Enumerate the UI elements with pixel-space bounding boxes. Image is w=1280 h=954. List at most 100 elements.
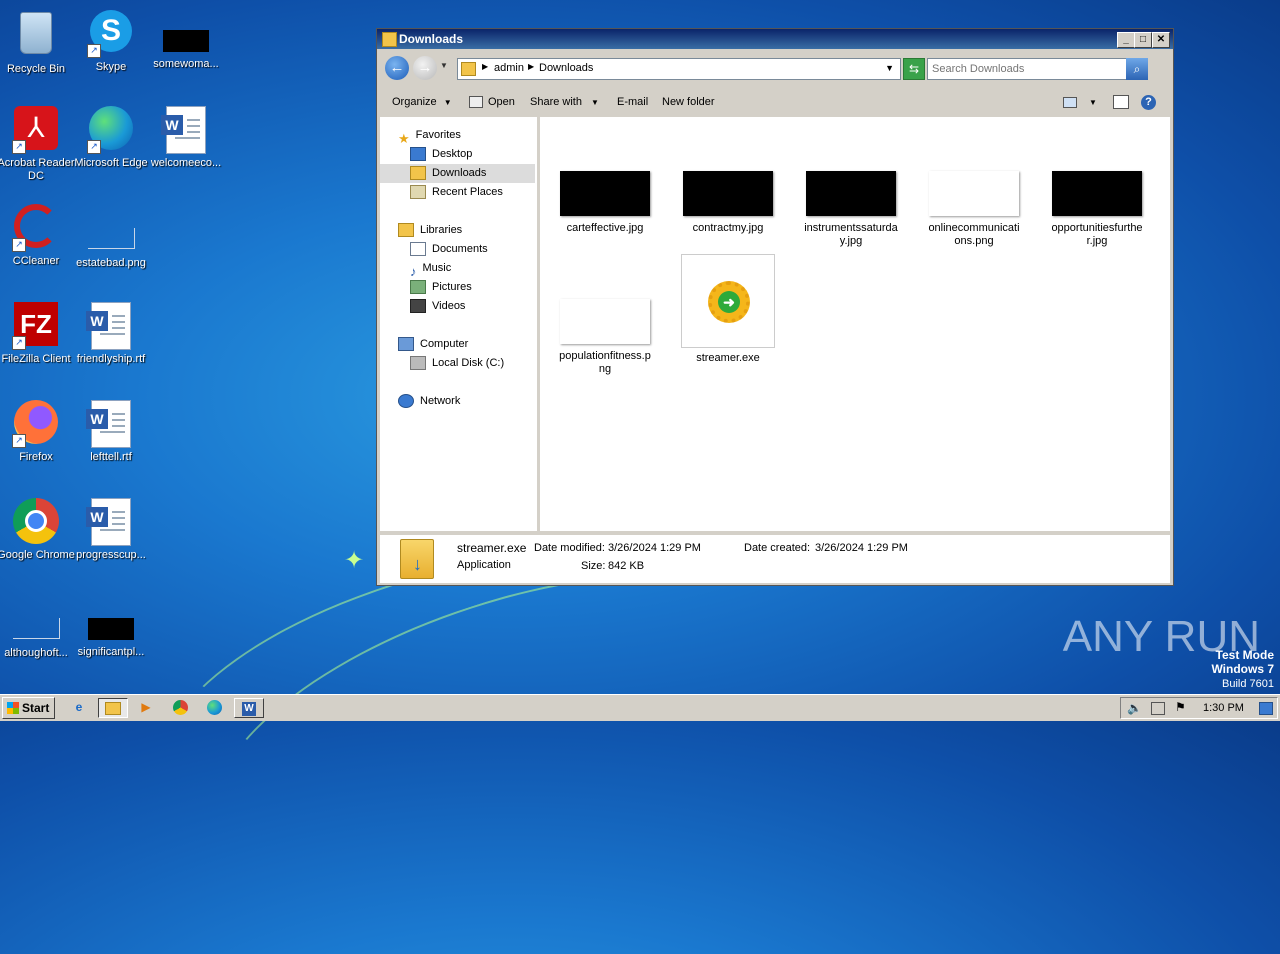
address-bar-row: ← → ▼ ▶ admin ▶ Downloads ▼ ⇆ ⌕ (381, 53, 1169, 83)
media-player-taskbar-icon[interactable]: ▶ (135, 698, 157, 716)
desktop-icon-friendlyship[interactable]: W friendlyship.rtf (70, 302, 152, 366)
desktop-icon-ccleaner[interactable]: ↗ CCleaner (0, 204, 77, 268)
nav-network[interactable]: Network (398, 392, 460, 411)
file-item[interactable]: carteffective.jpg (557, 171, 653, 235)
folder-icon (382, 32, 397, 47)
desktop-icon-filezilla[interactable]: FZ ↗ FileZilla Client (0, 302, 77, 366)
search-icon[interactable]: ⌕ (1126, 58, 1148, 80)
file-item[interactable]: opportunitiesfurther.jpg (1049, 171, 1145, 248)
file-item[interactable]: contractmy.jpg (680, 171, 776, 235)
search-input[interactable] (930, 60, 1120, 78)
history-dropdown-icon[interactable]: ▼ (440, 61, 448, 70)
network-tray-icon[interactable] (1151, 702, 1165, 715)
title-bar[interactable]: Downloads _ □ ✕ (377, 29, 1173, 49)
drive-icon (410, 356, 426, 371)
desktop-icon-chrome[interactable]: Google Chrome (0, 498, 77, 562)
wallpaper-leaf: ✦ (344, 547, 365, 574)
back-button[interactable]: ← (385, 56, 409, 80)
desktop-icon-estatebad[interactable]: estatebad.png (70, 204, 152, 270)
nav-videos[interactable]: Videos (410, 297, 465, 316)
nav-desktop[interactable]: Desktop (410, 145, 472, 164)
details-size-value: 842 KB (608, 560, 645, 572)
folder-download-icon: ↓ (400, 539, 434, 579)
nav-downloads[interactable]: Downloads (380, 164, 535, 183)
details-pane: ↓ streamer.exe Application Date modified… (380, 535, 1170, 583)
desktop-icon-skype[interactable]: S ↗ Skype (70, 8, 152, 74)
refresh-button[interactable]: ⇆ (903, 58, 925, 80)
chrome-icon (13, 498, 59, 544)
search-box[interactable]: ⌕ (927, 58, 1148, 80)
nav-libraries[interactable]: Libraries (398, 221, 462, 240)
nav-local-disk[interactable]: Local Disk (C:) (410, 354, 504, 373)
word-document-icon: W (86, 498, 131, 546)
pictures-icon (410, 280, 426, 295)
close-button[interactable]: ✕ (1152, 32, 1170, 48)
explorer-taskbar-icon[interactable] (98, 698, 128, 718)
nav-recent-places[interactable]: Recent Places (410, 183, 503, 202)
desktop-icon-somewoma[interactable]: somewoma... (145, 8, 227, 71)
shortcut-arrow-icon: ↗ (12, 238, 26, 252)
explorer-window[interactable]: Downloads _ □ ✕ ← → ▼ ▶ admin ▶ Download… (376, 28, 1174, 586)
address-dropdown-icon[interactable]: ▼ (885, 63, 894, 73)
nav-favorites[interactable]: ★ Favorites (398, 126, 461, 146)
breadcrumb-separator-icon: ▶ (482, 62, 489, 71)
open-button[interactable]: Open (469, 87, 515, 117)
desktop-icon-edge[interactable]: ↗ Microsoft Edge (70, 106, 152, 170)
nav-documents[interactable]: Documents (410, 240, 488, 259)
file-item[interactable]: populationfitness.png (557, 299, 653, 376)
email-button[interactable]: E-mail (617, 87, 648, 117)
organize-button[interactable]: Organize ▼ (392, 87, 452, 118)
clock[interactable]: 1:30 PM (1203, 702, 1244, 714)
recent-places-icon (410, 185, 426, 200)
desktop-icon-significantpl[interactable]: significantpl... (70, 598, 152, 659)
file-list[interactable]: carteffective.jpg contractmy.jpg instrum… (540, 117, 1170, 531)
nav-music[interactable]: ♪ Music (410, 259, 451, 280)
desktop-icon-acrobat[interactable]: ⅄ ↗ Acrobat Reader DC (0, 106, 77, 183)
show-desktop-icon[interactable] (1259, 702, 1273, 715)
forward-button[interactable]: → (413, 56, 437, 80)
breadcrumb-downloads[interactable]: Downloads (539, 62, 593, 74)
image-thumbnail (560, 171, 650, 216)
breadcrumb-separator-icon: ▶ (528, 62, 535, 71)
ie-taskbar-icon[interactable]: e (68, 698, 90, 716)
word-taskbar-icon[interactable]: W (234, 698, 264, 718)
details-modified-label: Date modified: (534, 542, 605, 554)
preview-pane-icon[interactable] (1113, 87, 1129, 117)
minimize-button[interactable]: _ (1117, 32, 1135, 48)
edge-taskbar-icon[interactable] (203, 698, 225, 716)
change-view-icon[interactable]: ▼ (1063, 87, 1097, 118)
desktop-icon-althoughoft[interactable]: althoughoft... (0, 598, 77, 660)
desktop-icon-welcomeeco[interactable]: W welcomeeco... (145, 106, 227, 170)
desktop-icon-lefttell[interactable]: W lefttell.rtf (70, 400, 152, 464)
image-thumbnail (806, 171, 896, 216)
windows-version-label: Windows 7 (1211, 662, 1274, 676)
taskbar: Start e ▶ W 🔈 ⚑ 1:30 PM (0, 694, 1280, 721)
flag-icon[interactable]: ⚑ (1175, 700, 1186, 714)
image-thumbnail (1052, 171, 1142, 216)
share-with-button[interactable]: Share with ▼ (530, 87, 599, 118)
image-thumbnail (683, 171, 773, 216)
file-item[interactable]: onlinecommunications.png (926, 171, 1022, 248)
music-icon: ♪ (410, 264, 417, 280)
desktop-icon-progresscup[interactable]: W progresscup... (70, 498, 152, 562)
file-item-selected[interactable]: ➜ streamer.exe (680, 254, 776, 365)
nav-computer[interactable]: Computer (398, 335, 468, 354)
desktop-icon-recycle-bin[interactable]: Recycle Bin (0, 8, 77, 76)
new-folder-button[interactable]: New folder (662, 87, 715, 117)
application-gear-icon: ➜ (681, 254, 775, 348)
address-box[interactable]: ▶ admin ▶ Downloads ▼ (457, 58, 901, 80)
details-file-type: Application (457, 559, 511, 571)
breadcrumb-admin[interactable]: admin (494, 62, 524, 74)
nav-pictures[interactable]: Pictures (410, 278, 472, 297)
folder-icon (461, 62, 476, 76)
volume-icon[interactable]: 🔈 (1127, 701, 1142, 715)
file-item[interactable]: instrumentssaturday.jpg (803, 171, 899, 248)
maximize-button[interactable]: □ (1134, 32, 1152, 48)
navigation-pane: ★ Favorites Desktop Downloads Recent Plac… (380, 117, 540, 531)
desktop-icon-firefox[interactable]: ↗ Firefox (0, 400, 77, 464)
details-modified-value: 3/26/2024 1:29 PM (608, 542, 701, 554)
chrome-taskbar-icon[interactable] (169, 698, 191, 716)
word-document-icon: W (86, 400, 131, 448)
help-icon[interactable]: ? (1141, 87, 1156, 117)
start-button[interactable]: Start (2, 697, 55, 719)
